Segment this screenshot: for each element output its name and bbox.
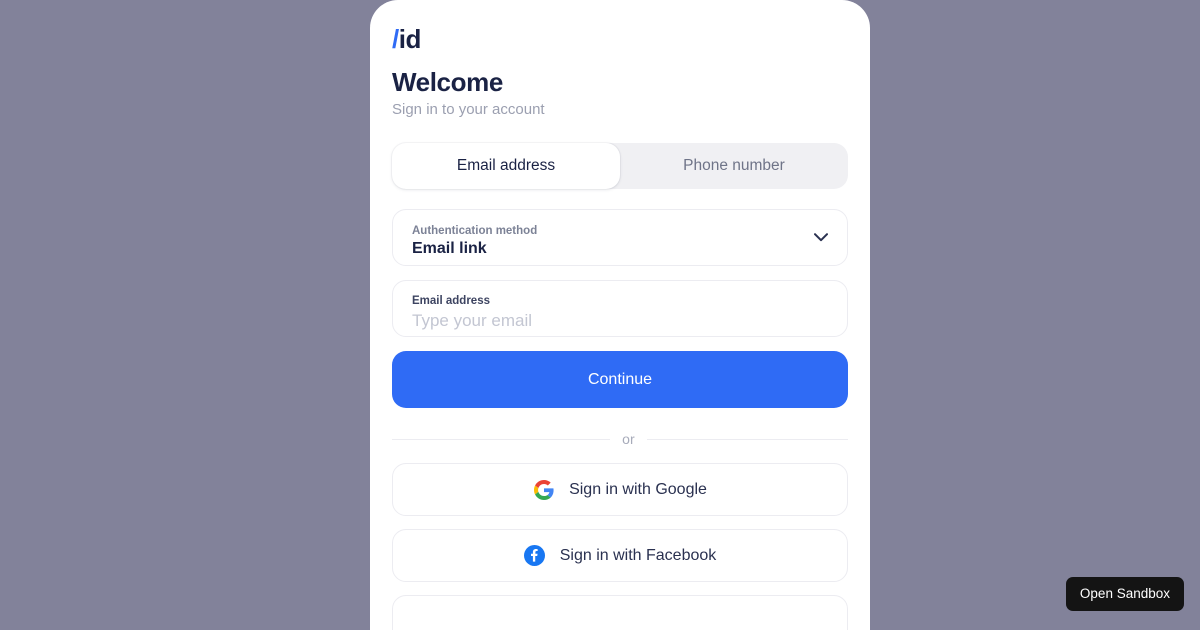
divider-label: or bbox=[622, 431, 635, 448]
or-divider: or bbox=[392, 432, 848, 446]
continue-button[interactable]: Continue bbox=[392, 351, 848, 409]
facebook-icon bbox=[524, 545, 546, 567]
partial-icon bbox=[602, 611, 624, 630]
sign-in-with-google-button[interactable]: Sign in with Google bbox=[392, 463, 848, 517]
sign-in-with-facebook-button[interactable]: Sign in with Facebook bbox=[392, 529, 848, 583]
logo-word: id bbox=[398, 24, 422, 54]
email-field-label: Email address bbox=[412, 295, 490, 308]
brand-logo: / id bbox=[392, 26, 848, 52]
google-icon bbox=[533, 479, 555, 501]
authentication-method-select[interactable]: Authentication method Email link bbox=[392, 209, 848, 267]
authentication-method-label: Authentication method bbox=[412, 224, 538, 237]
divider-line-right bbox=[646, 438, 848, 440]
open-sandbox-button[interactable]: Open Sandbox bbox=[1065, 576, 1184, 611]
tab-email-address[interactable]: Email address bbox=[392, 143, 620, 190]
email-field[interactable]: Email address Type your email bbox=[392, 280, 848, 338]
tab-phone-number[interactable]: Phone number bbox=[620, 143, 848, 189]
email-input-placeholder[interactable]: Type your email bbox=[412, 310, 829, 331]
page-subtitle: Sign in to your account bbox=[392, 100, 545, 118]
auth-identifier-tabs: Email address Phone number bbox=[392, 143, 848, 190]
authentication-method-value: Email link bbox=[412, 240, 487, 258]
sign-in-with-facebook-label: Sign in with Facebook bbox=[559, 546, 717, 564]
divider-line-left bbox=[392, 438, 611, 440]
page-title: Welcome bbox=[392, 67, 503, 97]
chevron-down-icon[interactable] bbox=[812, 229, 830, 247]
sign-in-with-third-provider-button[interactable] bbox=[392, 595, 848, 630]
logo-slash-icon: / bbox=[392, 24, 399, 54]
auth-card: / id Welcome Sign in to your account Emai… bbox=[370, 0, 870, 630]
sign-in-with-google-label: Sign in with Google bbox=[569, 480, 707, 498]
